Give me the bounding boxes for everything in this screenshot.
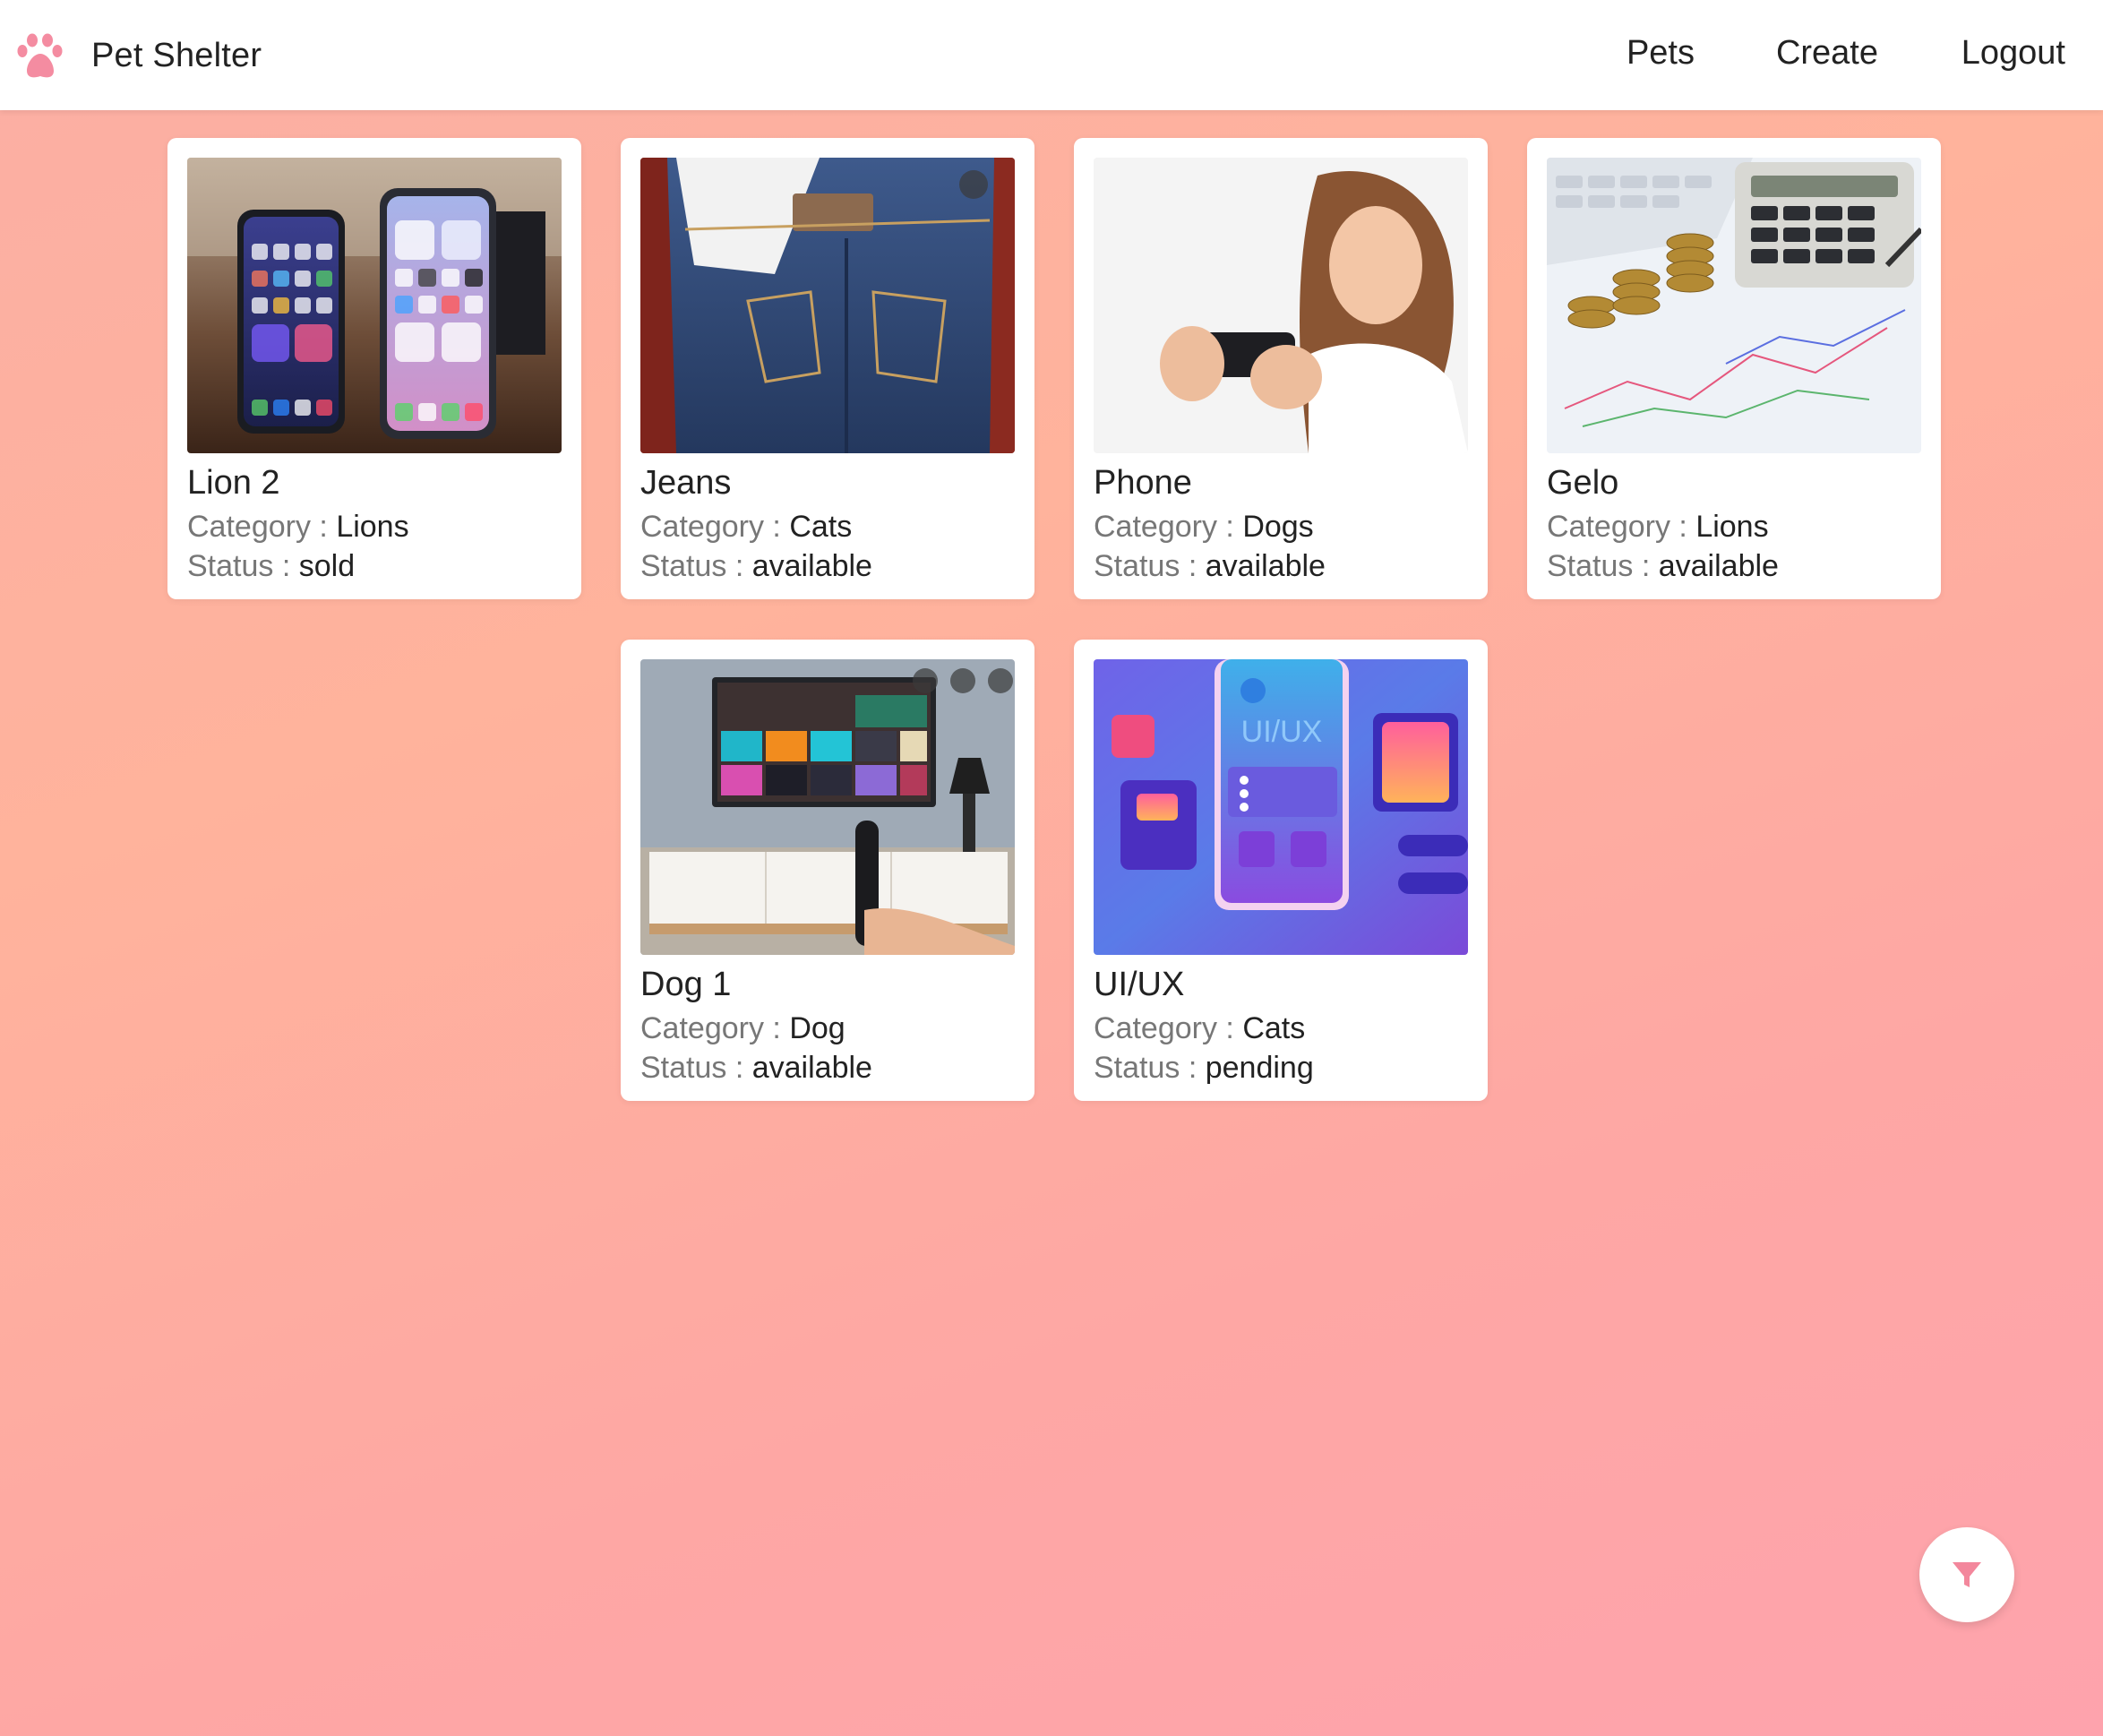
pet-category: Category : Lions [1547, 510, 1769, 545]
pet-category: Category : Cats [640, 510, 852, 545]
pet-image [1094, 158, 1468, 453]
category-label: Category : [1094, 510, 1234, 544]
paw-icon [17, 33, 63, 78]
pet-image [640, 659, 1015, 955]
pet-name: Phone [1094, 464, 1192, 502]
pet-category: Category : Lions [187, 510, 409, 545]
status-label: Status : [1094, 549, 1197, 583]
category-label: Category : [640, 510, 781, 544]
pet-name: UI/UX [1094, 966, 1185, 1003]
brand[interactable]: Pet Shelter [14, 29, 262, 82]
smartphones-image [187, 158, 562, 453]
pet-category: Category : Dogs [1094, 510, 1314, 545]
calculator-coins-image [1547, 158, 1921, 453]
pet-card[interactable]: Jeans Category : Cats Status : available [621, 138, 1034, 599]
woman-with-phone-image [1094, 158, 1468, 453]
status-value: available [1658, 549, 1779, 583]
status-label: Status : [640, 1051, 744, 1085]
status-label: Status : [640, 549, 744, 583]
status-value: available [751, 1051, 872, 1085]
pet-card[interactable]: Lion 2 Category : Lions Status : sold [167, 138, 581, 599]
pet-name: Dog 1 [640, 966, 732, 1003]
tv-remote-image [640, 659, 1015, 955]
status-label: Status : [187, 549, 291, 583]
category-value: Lions [1695, 510, 1769, 544]
pet-status: Status : sold [187, 549, 355, 584]
pet-status: Status : available [1094, 549, 1326, 584]
ui-ux-illustration-image: UI/UX [1094, 659, 1468, 955]
filter-icon [1953, 1562, 1981, 1587]
pet-card[interactable]: UI/UX UI/UX Category : Cats Status : pen… [1074, 640, 1488, 1101]
svg-text:UI/UX: UI/UX [1241, 715, 1323, 749]
pet-status: Status : available [1547, 549, 1779, 584]
status-label: Status : [1547, 549, 1651, 583]
pet-status: Status : available [640, 549, 872, 584]
pet-card[interactable]: Phone Category : Dogs Status : available [1074, 138, 1488, 599]
category-label: Category : [1547, 510, 1687, 544]
status-value: pending [1205, 1051, 1314, 1085]
category-value: Cats [1242, 1011, 1306, 1045]
pet-image: UI/UX [1094, 659, 1468, 955]
status-value: sold [298, 549, 356, 583]
nav-pets-link[interactable]: Pets [1627, 34, 1695, 73]
pet-name: Lion 2 [187, 464, 280, 502]
category-label: Category : [187, 510, 328, 544]
pet-image [640, 158, 1015, 453]
pet-image [187, 158, 562, 453]
category-label: Category : [1094, 1011, 1234, 1045]
nav-logout-link[interactable]: Logout [1961, 34, 2065, 73]
status-value: available [751, 549, 872, 583]
status-value: available [1205, 549, 1326, 583]
status-label: Status : [1094, 1051, 1197, 1085]
category-value: Dogs [1242, 510, 1314, 544]
pet-status: Status : pending [1094, 1051, 1314, 1086]
nav-create-link[interactable]: Create [1776, 34, 1878, 73]
pet-category: Category : Cats [1094, 1011, 1305, 1046]
pet-category: Category : Dog [640, 1011, 845, 1046]
pet-name: Jeans [640, 464, 732, 502]
pet-image [1547, 158, 1921, 453]
category-label: Category : [640, 1011, 781, 1045]
jeans-image [640, 158, 1015, 453]
pet-name: Gelo [1547, 464, 1619, 502]
category-value: Dog [789, 1011, 845, 1045]
filter-button[interactable] [1919, 1527, 2014, 1622]
pet-card[interactable]: Gelo Category : Lions Status : available [1527, 138, 1941, 599]
navbar: Pet Shelter Pets Create Logout [0, 0, 2103, 110]
category-value: Lions [336, 510, 409, 544]
category-value: Cats [789, 510, 853, 544]
pet-status: Status : available [640, 1051, 872, 1086]
pet-card[interactable]: Dog 1 Category : Dog Status : available [621, 640, 1034, 1101]
app-title: Pet Shelter [91, 36, 262, 74]
